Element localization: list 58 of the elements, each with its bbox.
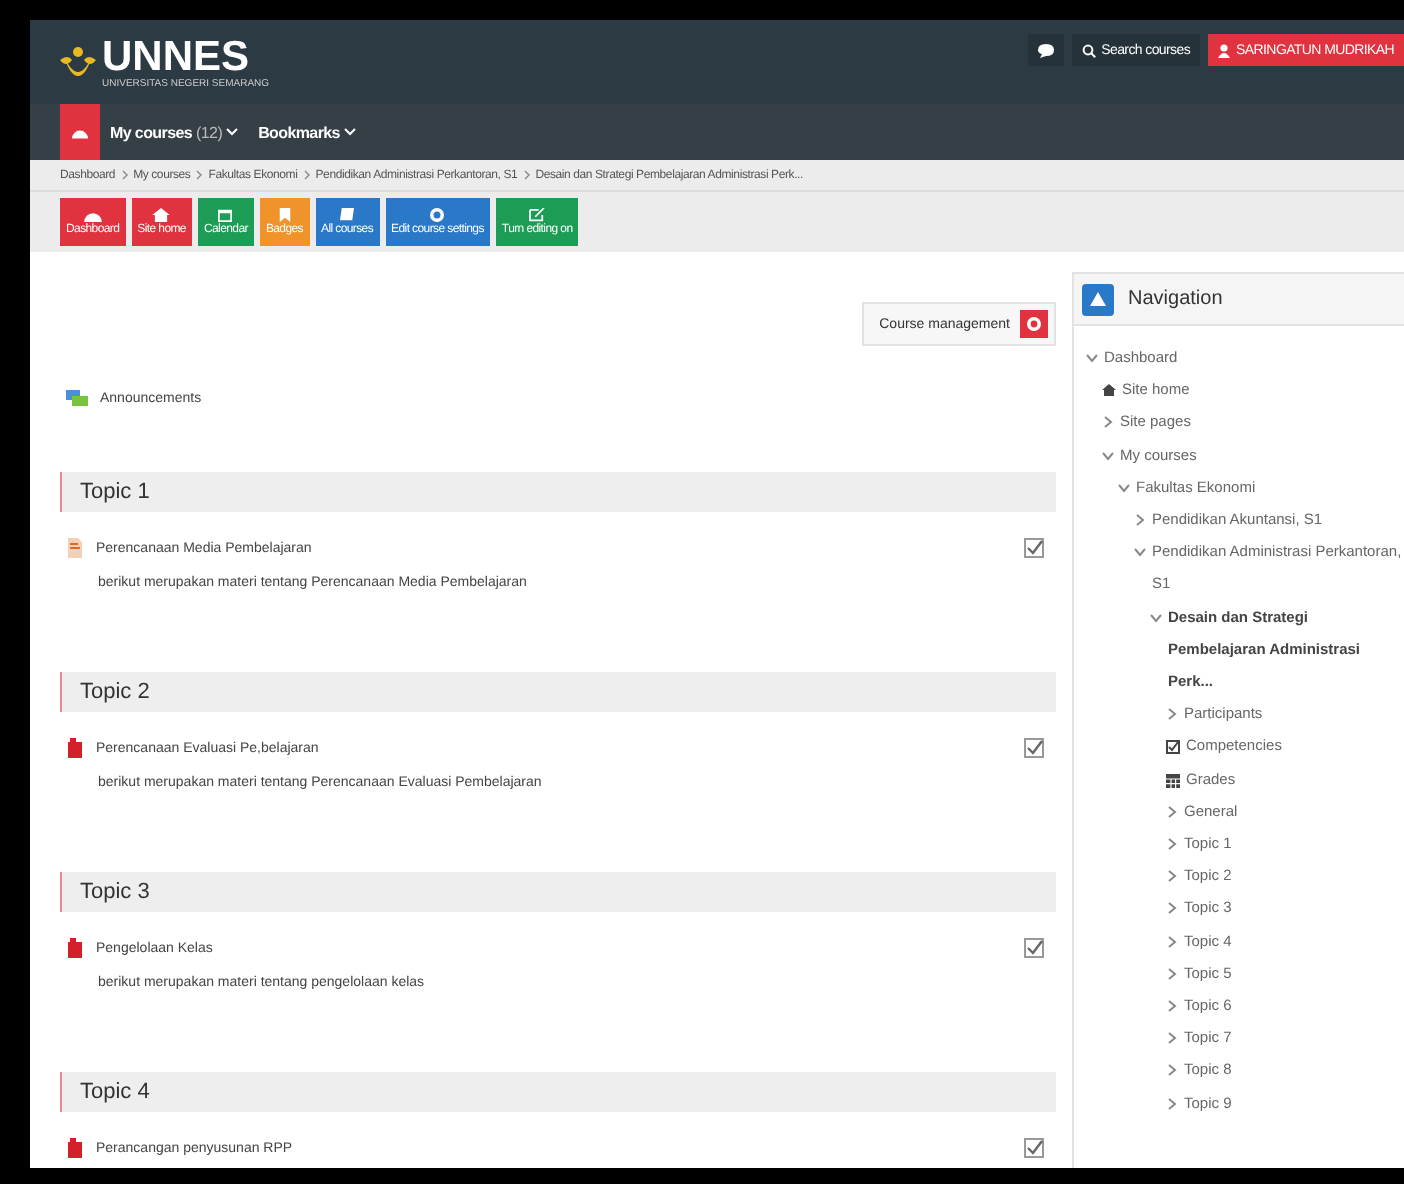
chevron-icon[interactable] [1150,611,1162,624]
chevron-icon[interactable] [1166,1064,1178,1077]
pdf-icon [66,738,84,758]
topic-heading: Topic 3 [60,872,1056,912]
user-icon [1218,43,1231,57]
chevron-icon[interactable] [1166,1032,1178,1045]
chevron-icon[interactable] [1166,805,1178,818]
home-icon [152,208,171,222]
table-icon [1166,773,1180,788]
edit-icon [528,208,547,222]
pdf-icon [66,1138,84,1158]
home-icon [1102,384,1116,397]
navigation-block-icon [1082,283,1114,315]
home-button[interactable] [60,104,100,160]
speech-bubble-icon [1037,43,1054,57]
chevron-down-icon [343,128,356,136]
messages-button[interactable] [1027,34,1064,66]
chevron-right-icon [196,170,203,180]
chevron-icon[interactable] [1102,416,1114,429]
dashboard-icon [83,208,102,222]
chevron-icon[interactable] [1086,352,1098,364]
chevron-icon[interactable] [1118,481,1130,494]
chevron-right-icon [523,170,530,180]
chevron-right-icon [121,170,128,180]
completion-checkbox[interactable] [1024,1138,1044,1158]
chevron-icon[interactable] [1166,967,1178,980]
settings-icon [428,208,447,222]
block-title: Navigation [1128,288,1223,310]
navbar-menu[interactable]: Bookmarks [248,104,366,160]
topic-heading: Topic 4 [60,1072,1056,1112]
badge-icon [275,208,294,222]
completion-checkbox[interactable] [1024,738,1044,758]
chevron-down-icon [226,128,239,136]
site-logo[interactable]: UNNES [102,38,270,78]
checkbox-icon [1166,740,1180,755]
completion-checkbox[interactable] [1024,938,1044,958]
chevron-icon[interactable] [1166,708,1178,721]
pdf-icon [66,938,84,958]
chevron-icon[interactable] [1134,546,1146,559]
chevron-right-icon [303,170,310,180]
gear-icon [1020,310,1048,338]
chevron-icon[interactable] [1166,1097,1178,1110]
topic-heading: Topic 2 [60,672,1056,712]
chevron-icon[interactable] [1166,935,1178,948]
search-icon [1081,43,1096,57]
chevron-icon[interactable] [1134,514,1146,527]
chevron-icon[interactable] [1166,1000,1178,1013]
chevron-icon[interactable] [1166,838,1178,851]
file-icon [66,538,84,558]
calendar-icon [216,208,235,222]
forum-icon [66,389,88,407]
chevron-icon[interactable] [1166,870,1178,883]
chevron-icon[interactable] [1102,449,1114,462]
dashboard-icon [72,125,88,139]
completion-checkbox[interactable] [1024,538,1044,558]
chevron-icon[interactable] [1166,902,1178,915]
navbar-menu[interactable]: My courses (12) [100,104,249,160]
topic-heading: Topic 1 [60,472,1056,512]
